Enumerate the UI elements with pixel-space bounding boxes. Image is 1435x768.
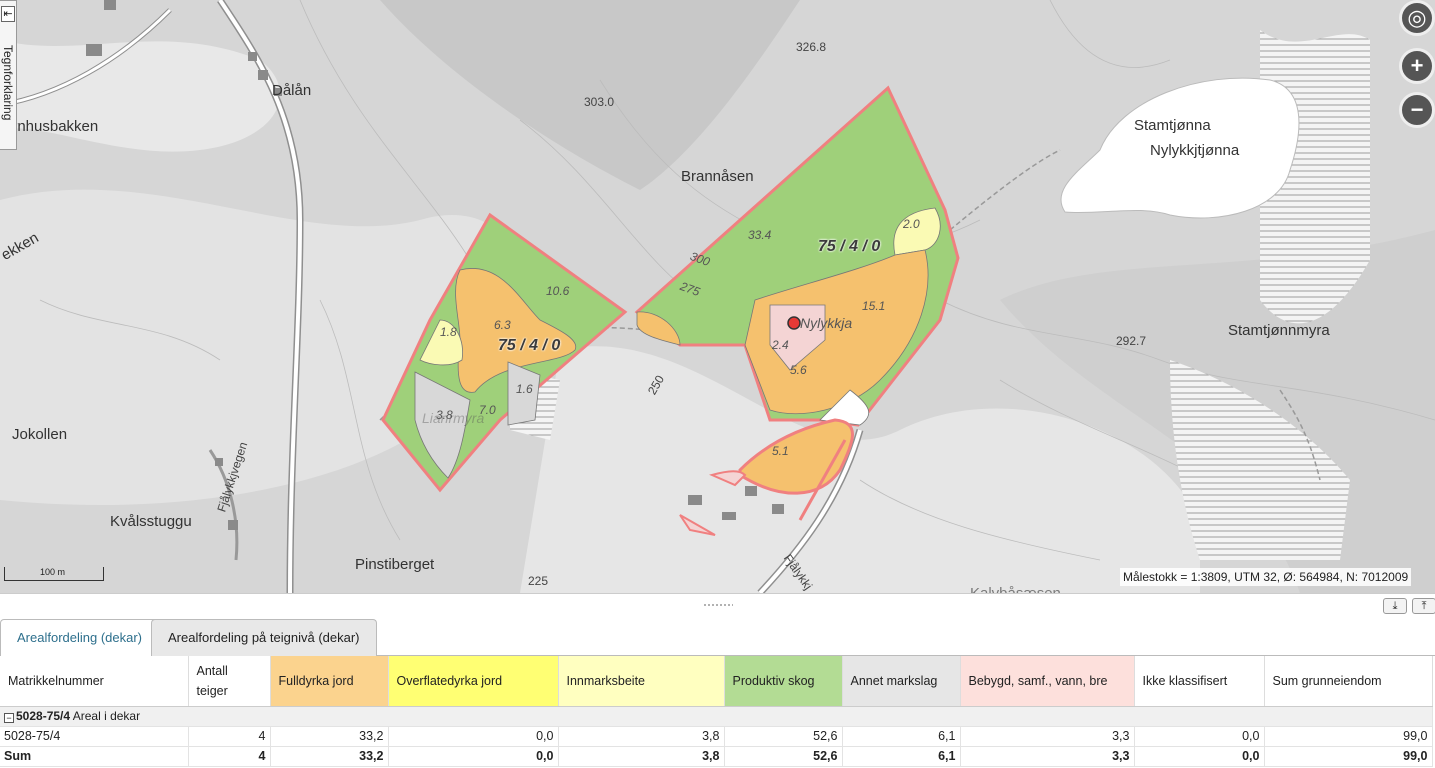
parcel-label: 75 / 4 / 0 — [498, 337, 561, 354]
map-view[interactable]: Dålån ernhusbakken ekken 326.8 303.0 Bra… — [0, 0, 1435, 593]
collapse-arrow-icon[interactable]: ⇤ — [1, 6, 15, 22]
group-name: 5028-75/4 — [16, 709, 71, 723]
place-label: Stamtjønna — [1134, 117, 1211, 134]
column-header[interactable]: Ikke klassifisert — [1134, 656, 1265, 707]
tab-arealfordeling[interactable]: Arealfordeling (dekar) — [0, 619, 160, 657]
scale-info: Målestokk = 1:3809, UTM 32, Ø: 564984, N… — [1120, 568, 1412, 586]
table-cell: 52,6 — [724, 726, 843, 747]
drag-grip-icon[interactable] — [703, 603, 733, 607]
column-header[interactable]: Overflatedyrka jord — [388, 656, 559, 707]
group-suffix: Areal i dekar — [72, 709, 141, 723]
table-cell: 0,0 — [388, 746, 559, 767]
table-cell: Sum — [0, 746, 189, 767]
dock-up-button[interactable]: ⤒ — [1412, 598, 1435, 614]
column-header[interactable]: Sum grunneiendom — [1264, 656, 1433, 707]
table-cell: 3,3 — [960, 746, 1135, 767]
group-row: −5028-75/4 Areal i dekar — [0, 706, 1433, 727]
location-marker[interactable] — [787, 316, 801, 330]
place-label: Pinstiberget — [355, 556, 435, 573]
area-label: 2.4 — [772, 338, 789, 352]
zoom-in-button[interactable]: + — [1399, 48, 1435, 84]
column-header[interactable]: Annet markslag — [842, 656, 961, 707]
place-label: ernhusbakken — [4, 118, 99, 135]
table-cell: 6,1 — [842, 746, 961, 767]
table-cell: 5028-75/4 — [0, 726, 189, 747]
column-header[interactable]: Bebygd, samf., vann, bre — [960, 656, 1135, 707]
table-cell: 0,0 — [1134, 746, 1265, 767]
plus-icon: + — [1410, 53, 1424, 78]
scale-bar: 100 m — [4, 567, 104, 581]
group-cell: −5028-75/4 Areal i dekar — [0, 706, 1433, 727]
table-cell: 33,2 — [270, 726, 389, 747]
area-label: 2.0 — [903, 217, 920, 231]
scale-bar-label: 100 m — [40, 567, 66, 577]
place-label: Brannåsen — [681, 168, 754, 185]
area-label: 15.1 — [862, 299, 886, 313]
table-cell: 3,8 — [558, 726, 725, 747]
area-label: 5.6 — [790, 363, 807, 377]
height-label: 326.8 — [796, 40, 827, 54]
place-label: Stamtjønnmyra — [1228, 322, 1330, 339]
area-label: 1.8 — [440, 325, 457, 339]
table-cell: 4 — [188, 746, 271, 767]
column-header[interactable]: Innmarksbeite — [558, 656, 725, 707]
table-row[interactable]: 5028-75/4 4 33,2 0,0 3,8 52,6 6,1 3,3 0,0 99,0 — [0, 726, 1433, 747]
table-cell: 4 — [188, 726, 271, 747]
table-cell: 6,1 — [842, 726, 961, 747]
place-label: Nylykkjtjønna — [1150, 142, 1240, 159]
area-label: 1.6 — [516, 382, 533, 396]
table-cell: 52,6 — [724, 746, 843, 767]
column-header[interactable]: Produktiv skog — [724, 656, 843, 707]
tab-arealfordeling-teignivaa[interactable]: Arealfordeling på teignivå (dekar) — [151, 619, 377, 656]
place-label: Kalvbåsæsen — [970, 585, 1061, 593]
parcel-label: 75 / 4 / 0 — [818, 238, 881, 255]
area-label: 7.0 — [479, 403, 496, 417]
table-header-row: Matrikkelnummer Antall teiger Fulldyrka jo… — [0, 656, 1433, 707]
zoom-out-button[interactable]: − — [1399, 92, 1435, 128]
locate-icon: ◎ — [1407, 5, 1427, 30]
column-header[interactable]: Antall teiger — [188, 656, 271, 707]
table-cell: 3,8 — [558, 746, 725, 767]
locate-button[interactable]: ◎ — [1399, 0, 1435, 36]
dock-down-button[interactable]: ⤓ — [1383, 598, 1407, 614]
sum-row: Sum 4 33,2 0,0 3,8 52,6 6,1 3,3 0,0 99,0 — [0, 746, 1433, 767]
column-header[interactable]: Matrikkelnummer — [0, 656, 189, 707]
height-label: 303.0 — [584, 95, 615, 109]
table-cell: 99,0 — [1264, 726, 1433, 747]
place-label: Dålån — [272, 82, 312, 99]
place-label: Kvålsstuggu — [110, 513, 192, 530]
collapse-icon[interactable]: − — [4, 713, 14, 723]
area-label: 33.4 — [748, 228, 772, 242]
legend-panel-toggle[interactable]: ⇤ Tegnforklaring — [0, 0, 17, 150]
table-cell: 33,2 — [270, 746, 389, 767]
place-label: Lianrmyra — [422, 410, 485, 426]
height-label: 225 — [528, 574, 549, 588]
place-label: Jokollen — [12, 426, 68, 443]
area-label: 5.1 — [772, 444, 789, 458]
table-cell: 0,0 — [388, 726, 559, 747]
area-label: 10.6 — [546, 284, 570, 298]
column-header[interactable]: Fulldyrka jord — [270, 656, 389, 707]
area-table: Matrikkelnummer Antall teiger Fulldyrka jo… — [0, 656, 1433, 767]
table-cell: 99,0 — [1264, 746, 1433, 767]
place-label: Nylykkja — [800, 315, 853, 331]
area-label: 3.8 — [436, 408, 453, 422]
table-cell: 0,0 — [1134, 726, 1265, 747]
area-label: 6.3 — [494, 318, 511, 332]
legend-toggle-label: Tegnforklaring — [1, 45, 15, 121]
panel-splitter[interactable]: ⤓ ⤒ — [0, 593, 1435, 617]
table-cell: 3,3 — [960, 726, 1135, 747]
tab-bar: Arealfordeling (dekar) Arealfordeling på… — [0, 617, 1435, 657]
minus-icon: − — [1410, 97, 1424, 122]
height-label: 292.7 — [1116, 334, 1147, 348]
